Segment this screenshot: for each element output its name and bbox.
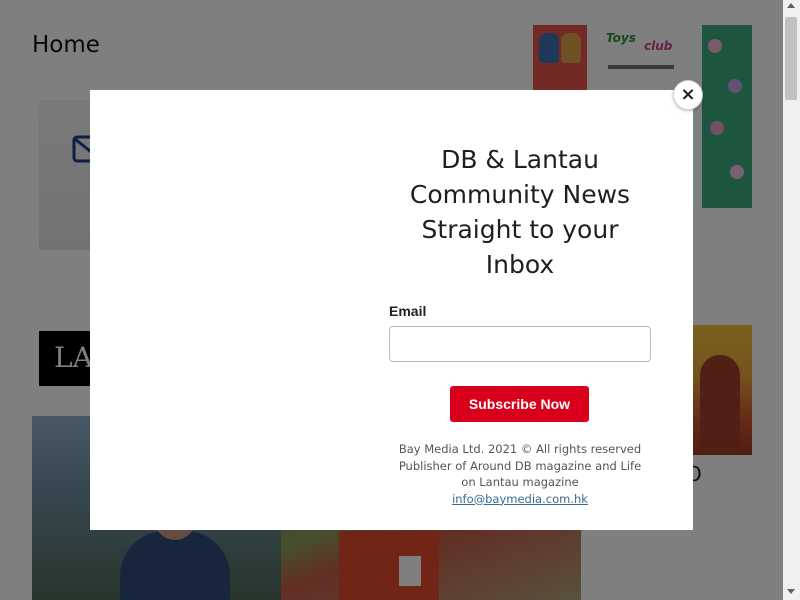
modal-title: DB & Lantau Community News Straight to y… [409,145,631,279]
contact-email-link[interactable]: info@baymedia.com.hk [452,492,588,506]
close-icon: × [680,84,696,105]
scrollbar[interactable] [783,0,800,600]
scroll-up-arrow-icon[interactable] [787,3,795,8]
newsletter-modal: DB & Lantau Community News Straight to y… [90,90,693,530]
publisher-text: Publisher of Around DB magazine and Life… [398,458,642,490]
close-button[interactable]: × [673,80,703,110]
modal-footer: Bay Media Ltd. 2021 © All rights reserve… [390,441,650,507]
subscribe-button[interactable]: Subscribe Now [450,386,589,422]
email-input[interactable] [389,326,651,362]
scroll-down-arrow-icon[interactable] [787,589,795,594]
email-label: Email [389,303,427,319]
scroll-thumb[interactable] [785,17,797,100]
copyright-text: Bay Media Ltd. 2021 © All rights reserve… [398,442,642,456]
